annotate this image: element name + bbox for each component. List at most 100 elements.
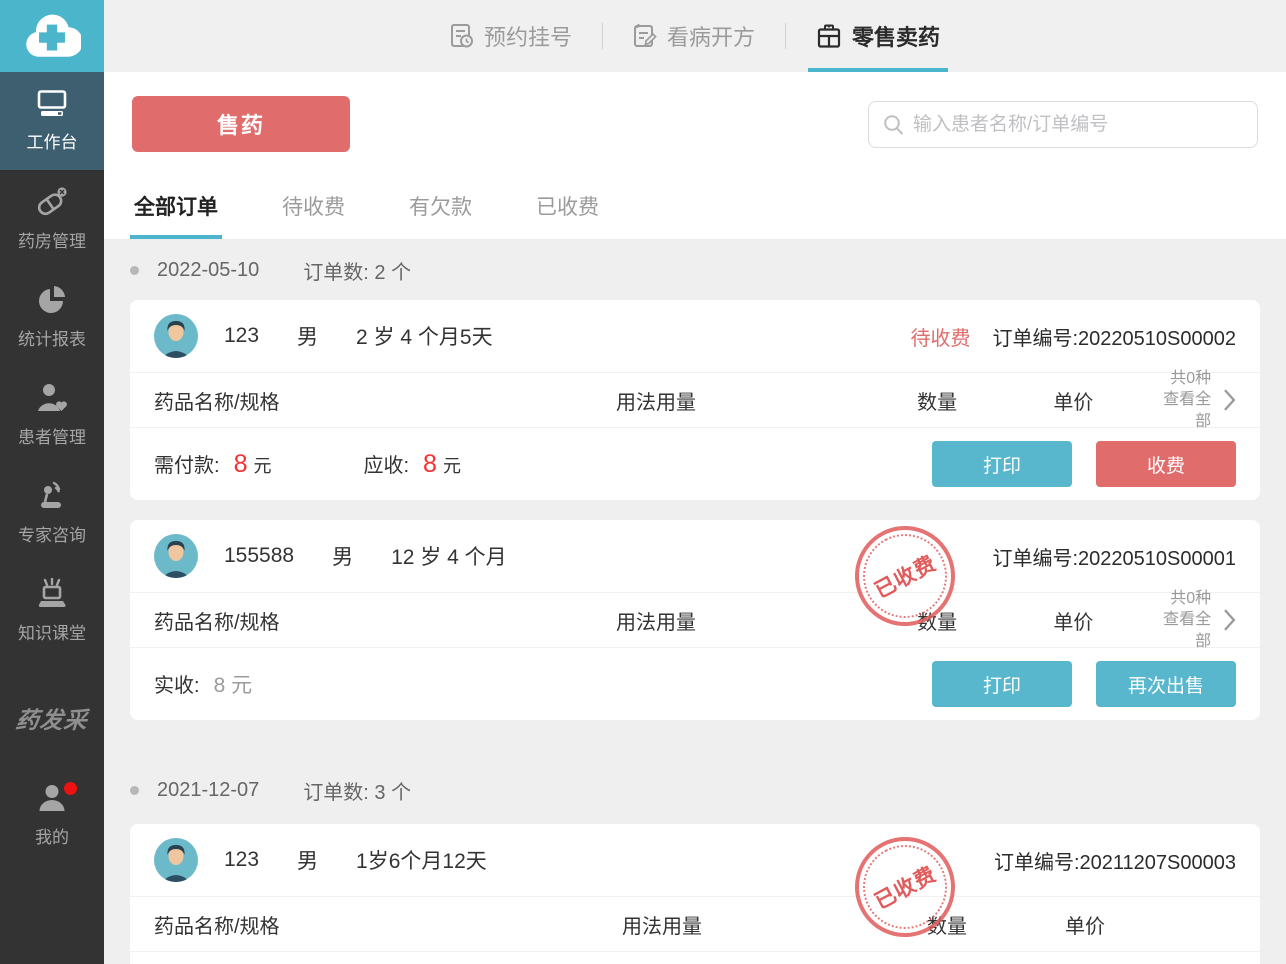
date-group-header: 2022-05-10 订单数: 2 个	[130, 240, 1260, 300]
sidebar-item-pharmacy[interactable]: 药房管理	[0, 170, 104, 268]
sidebar-item-knowledge[interactable]: 知识课堂	[0, 562, 104, 660]
avatar	[154, 314, 198, 358]
sidebar-item-label: 药房管理	[18, 227, 86, 252]
charge-button[interactable]: 收费	[1096, 441, 1236, 487]
col-qty-header: 数量	[917, 386, 1053, 415]
order-tab-all[interactable]: 全部订单	[134, 191, 218, 239]
patient-row: 123 男 1岁6个月12天 订单编号:20211207S00003	[130, 824, 1260, 896]
group-date: 2021-12-07	[157, 779, 259, 802]
search-box	[868, 101, 1258, 148]
pay-receivable-amount: 8	[423, 450, 437, 478]
order-number: 订单编号:20220510S00002	[992, 322, 1236, 351]
order-card: 123 男 2 岁 4 个月5天 待收费 订单编号:20220510S00002…	[130, 300, 1260, 500]
sidebar-item-label: 统计报表	[18, 325, 86, 350]
col-drug-header: 药品名称/规格	[154, 910, 622, 939]
top-nav: 预约挂号 看病开方 零售卖药	[104, 0, 1286, 72]
sidebar-item-label: 工作台	[27, 128, 78, 153]
appointment-icon	[450, 23, 474, 49]
patient-icon	[35, 382, 69, 414]
notification-dot	[64, 782, 77, 795]
patient-age: 12 岁 4 个月	[391, 541, 507, 571]
print-button[interactable]: 打印	[932, 441, 1072, 487]
tab-retail-sale[interactable]: 零售卖药	[786, 0, 970, 72]
payment-row: 需付款:8元 应收:8元 打印 收费	[130, 428, 1260, 500]
col-drug-header: 药品名称/规格	[154, 606, 616, 635]
patient-name: 155588	[224, 544, 294, 568]
report-icon	[36, 284, 68, 316]
sell-medicine-button[interactable]: 售药	[132, 96, 350, 152]
sidebar-item-label: 我的	[35, 823, 69, 848]
chevron-right-icon	[1223, 608, 1236, 632]
patient-row: 155588 男 12 岁 4 个月 订单编号:20220510S00001	[130, 520, 1260, 592]
col-price-header: 单价	[1053, 606, 1148, 635]
view-all-label: 查看全部	[1163, 391, 1211, 430]
sidebar-item-label: 患者管理	[18, 423, 86, 448]
table-header-row: 药品名称/规格 用法用量 数量 单价	[130, 896, 1260, 952]
view-all-link[interactable]: 共0种 查看全部	[1148, 588, 1236, 653]
knowledge-icon	[35, 578, 69, 610]
patient-gender: 男	[297, 321, 318, 351]
prescription-icon	[633, 23, 657, 49]
tab-label: 零售卖药	[852, 20, 940, 52]
sidebar-item-expert[interactable]: 专家咨询	[0, 464, 104, 562]
table-header-row: 药品名称/规格 用法用量 数量 单价 共0种 查看全部	[130, 592, 1260, 648]
sidebar-item-patients[interactable]: 患者管理	[0, 366, 104, 464]
pay-receivable: 应收:8元	[363, 449, 460, 479]
pay-received: 实收:8 元	[154, 669, 252, 699]
order-tab-debt[interactable]: 有欠款	[409, 191, 472, 239]
sidebar-item-reports[interactable]: 统计报表	[0, 268, 104, 366]
sidebar: 工作台 药房管理 统计报表 患者管理	[0, 0, 104, 964]
print-button[interactable]: 打印	[932, 661, 1072, 707]
view-all-label: 查看全部	[1163, 611, 1211, 650]
group-order-count: 订单数: 2 个	[303, 256, 411, 285]
expert-icon	[35, 480, 69, 512]
patient-gender: 男	[332, 541, 353, 571]
group-order-count: 订单数: 3 个	[303, 776, 411, 805]
patient-age: 2 岁 4 个月5天	[356, 321, 493, 351]
paid-stamp-text: 已收费	[869, 858, 941, 915]
order-tab-paid[interactable]: 已收费	[536, 191, 599, 239]
avatar	[154, 838, 198, 882]
brand-logo-yaofacai[interactable]: 药发采	[0, 688, 107, 748]
bullet-icon	[130, 786, 139, 795]
pay-due-amount: 8	[234, 450, 248, 478]
sidebar-item-profile[interactable]: 我的	[0, 766, 104, 864]
paid-stamp-text: 已收费	[869, 547, 941, 604]
drug-row: 阿奇霉素肠溶胶囊/0.25g 口服/一日3次/每次4粒 1盒 58 共4种 查看…	[130, 952, 1260, 964]
payment-row: 实收:8 元 打印 再次出售	[130, 648, 1260, 720]
order-number: 订单编号:20220510S00001	[992, 542, 1236, 571]
sidebar-item-workbench[interactable]: 工作台	[0, 72, 104, 170]
status-badge: 待收费	[910, 322, 970, 351]
pay-due: 需付款:8元	[154, 449, 271, 479]
patient-name: 123	[224, 324, 259, 348]
table-header-row: 药品名称/规格 用法用量 数量 单价 共0种 查看全部	[130, 372, 1260, 428]
resell-button[interactable]: 再次出售	[1096, 661, 1236, 707]
toolbar: 售药	[104, 72, 1286, 180]
main-panel: 售药 全部订单 待收费 有欠款 已收费 2022-05-10 订单数: 2 个	[104, 72, 1286, 964]
tab-prescription[interactable]: 看病开方	[603, 0, 785, 72]
workbench-icon	[35, 89, 69, 119]
bullet-icon	[130, 266, 139, 275]
chevron-right-icon	[1223, 388, 1236, 412]
order-list: 2022-05-10 订单数: 2 个 123 男 2 岁 4 个月5天 待	[104, 240, 1286, 964]
patient-gender: 男	[297, 845, 318, 875]
tab-appointment[interactable]: 预约挂号	[420, 0, 602, 72]
order-card: 已收费 155588 男 12 岁 4 个月 订单编号:20220510S000…	[130, 520, 1260, 720]
col-qty-header: 数量	[927, 910, 1065, 939]
col-price-header: 单价	[1053, 386, 1148, 415]
pharmacy-icon	[35, 186, 69, 218]
search-input[interactable]	[868, 101, 1258, 148]
cloud-cross-logo-icon	[23, 13, 81, 59]
view-all-link[interactable]: 共0种 查看全部	[1148, 368, 1236, 433]
order-card: 已收费 123 男 1岁6个月12天 订单编号:20211207S00003	[130, 824, 1260, 964]
total-kinds: 共0种	[1170, 590, 1211, 607]
order-number: 订单编号:20211207S00003	[994, 846, 1236, 875]
order-tab-unpaid[interactable]: 待收费	[282, 191, 345, 239]
tab-label: 看病开方	[667, 20, 755, 52]
col-usage-header: 用法用量	[616, 386, 917, 415]
avatar	[154, 534, 198, 578]
app-logo[interactable]	[0, 0, 104, 72]
patient-row: 123 男 2 岁 4 个月5天 待收费 订单编号:20220510S00002	[130, 300, 1260, 372]
order-filter-tabs: 全部订单 待收费 有欠款 已收费	[104, 180, 1286, 240]
pay-received-amount: 8 元	[214, 674, 253, 697]
